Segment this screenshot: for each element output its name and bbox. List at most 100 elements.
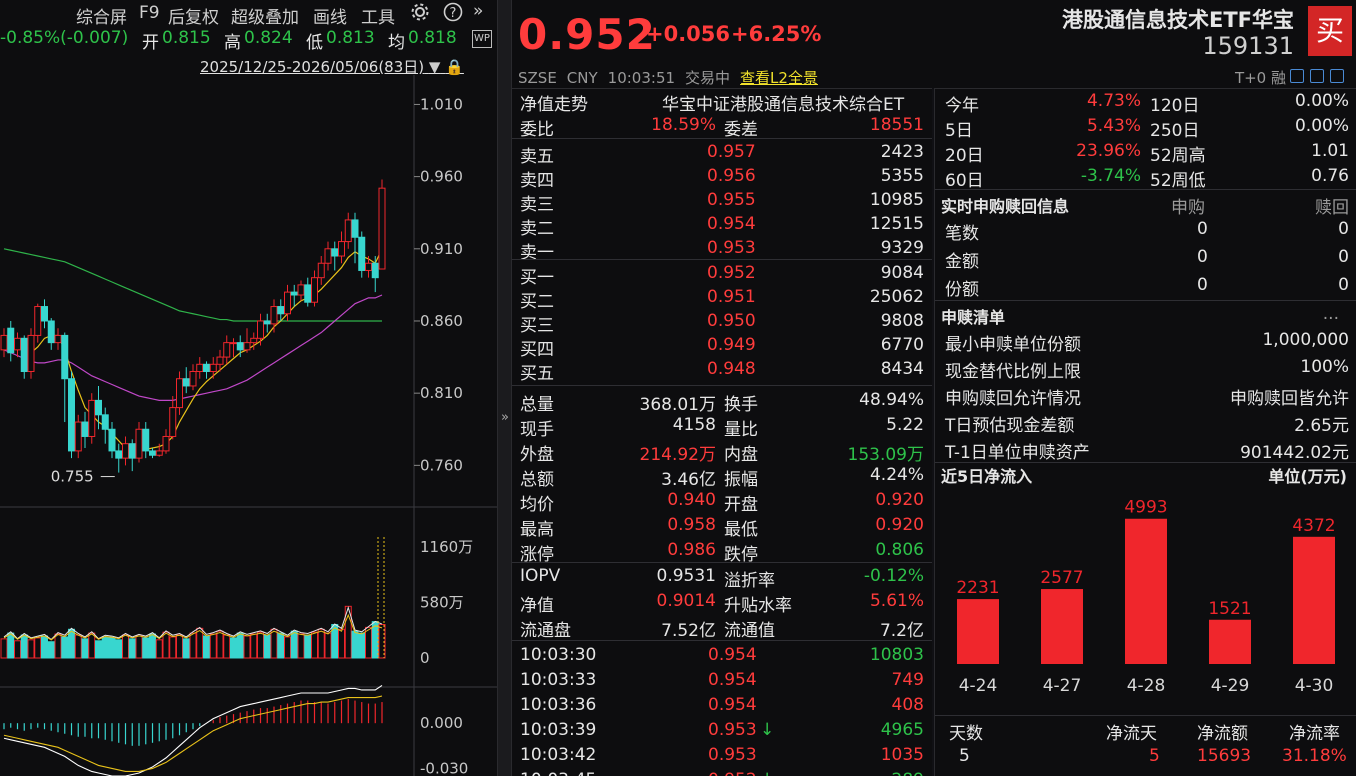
nav-trend-label[interactable]: 净值走势 — [520, 90, 588, 115]
toolbar-item-draw[interactable]: 画线 — [313, 3, 347, 28]
stat-label: 现手 — [520, 420, 554, 440]
help-icon[interactable]: ? — [443, 2, 463, 27]
price-change: +0.056 — [646, 22, 731, 46]
ma-short-line — [3, 248, 383, 452]
price-change-pct: +6.25% — [731, 22, 822, 46]
caret-down-icon[interactable]: ▼ — [429, 58, 441, 76]
tick-volume: 1035 — [880, 745, 924, 765]
stat-row: 均价 0.940 开盘 0.920 — [512, 489, 932, 515]
avg-value: 0.818 — [408, 28, 457, 48]
netflow-summary-header: 天数 — [949, 724, 983, 744]
volume-bar — [324, 632, 332, 659]
candle-body — [176, 378, 183, 409]
bid-row: 买四 0.949 6770 — [512, 334, 932, 360]
info-panel: 今年 4.73% 120日 0.00% 5日 5.43% 250日 0.00% 20日 23.96… — [934, 88, 1356, 776]
exchange: SZSE — [518, 69, 557, 87]
stat-value: 4158 — [672, 415, 716, 435]
redemption-value: 2.65元 — [1294, 416, 1349, 436]
wp-badge-icon[interactable]: WP — [472, 30, 492, 48]
nav-row[interactable]: 净值走势 华宝中证港股通信息技术综合ET — [512, 89, 932, 115]
macd-y-tick-label: 0.000 — [420, 714, 463, 732]
toolbar-item-overlay[interactable]: 超级叠加 — [231, 3, 299, 28]
tick-price: 0.954 — [708, 645, 757, 665]
candle-body — [209, 363, 217, 373]
subscription-col-redeem: 赎回 — [1315, 198, 1349, 218]
low-label: 低 — [306, 33, 323, 53]
y-tick-label: 0.810 — [420, 384, 463, 402]
stat-label: 最低 — [724, 520, 758, 540]
double-chevron-right-icon[interactable]: » — [473, 1, 483, 21]
open-label: 开 — [142, 33, 159, 53]
candle-body — [115, 450, 123, 459]
netflow-category-label: 4-27 — [1043, 676, 1082, 696]
edit-icon[interactable] — [1290, 69, 1304, 83]
perf-value: 1.01 — [1311, 141, 1349, 161]
volume-bar — [338, 628, 345, 659]
volume-bar — [0, 638, 8, 659]
subscription-redeem: 0 — [1338, 275, 1349, 295]
candle-body — [135, 428, 143, 459]
etf-stat-label: 流通值 — [724, 621, 775, 641]
quote-time: 10:03:51 — [607, 69, 676, 87]
redemption-label: 最小申赎单位份额 — [945, 335, 1081, 355]
perf-row: 今年 4.73% 120日 0.00% — [935, 90, 1356, 116]
share-icon[interactable] — [1330, 69, 1344, 83]
bid-level-label: 买五 — [520, 364, 554, 384]
candle-body — [284, 291, 291, 315]
weibi-value: 18.59% — [651, 115, 716, 135]
lock-icon[interactable]: 🔒 — [445, 58, 464, 76]
stat-label: 均价 — [520, 495, 554, 515]
gear-icon[interactable] — [410, 2, 430, 27]
down-arrow-icon: ↓ — [760, 770, 774, 776]
ask-volume: 5355 — [880, 166, 924, 186]
etf-stat-label: 净值 — [520, 596, 554, 616]
volume-y-tick-label: 1160万 — [420, 538, 473, 556]
more-icon[interactable]: ... — [1323, 304, 1339, 324]
macd-dif-line — [3, 684, 383, 776]
panel-divider[interactable]: » — [497, 0, 512, 776]
candle-body — [351, 219, 359, 238]
y-tick-label: 0.860 — [420, 312, 463, 330]
volume-bar — [20, 634, 28, 659]
redemption-label: 现金替代比例上限 — [945, 362, 1081, 382]
toolbar-item-adjust[interactable]: 后复权 — [168, 3, 219, 28]
stat-label: 外盘 — [520, 445, 554, 465]
volume-bar — [34, 637, 42, 659]
candle-body — [169, 407, 177, 437]
etf-stat-value: 7.52亿 — [661, 621, 716, 641]
volume-bar — [176, 634, 183, 659]
toolbar-item-f9[interactable]: F9 — [139, 3, 160, 23]
netflow-bar — [1125, 518, 1167, 664]
buy-button[interactable]: 买 — [1308, 6, 1352, 56]
date-range-text[interactable]: 2025/12/25-2026/05/06(83日) — [200, 58, 424, 76]
date-range[interactable]: 2025/12/25-2026/05/06(83日) ▼ 🔒 — [200, 56, 464, 77]
bid-level-label: 买二 — [520, 292, 554, 312]
collapse-arrow-icon[interactable]: » — [499, 410, 511, 436]
redemption-row: 申购赎回允许情况 申购赎回皆允许 — [935, 383, 1356, 409]
volume-bar — [54, 633, 62, 659]
toolbar-item-overview[interactable]: 综合屏 — [76, 3, 127, 28]
kline-panel[interactable]: 综合屏 F9 后复权 超级叠加 画线 工具 ? » -0.85%(-0.007)… — [0, 0, 497, 776]
toolbar-item-tools[interactable]: 工具 — [361, 3, 395, 28]
volume-bar — [182, 638, 190, 659]
volume-bar — [74, 634, 82, 659]
ask-volume: 2423 — [880, 142, 924, 162]
subscription-header: 实时申购赎回信息 申购 赎回 — [935, 192, 1356, 218]
redemption-row: T日预估现金差额 2.65元 — [935, 410, 1356, 436]
perf-label: 120日 — [1150, 96, 1200, 116]
volume-bar — [290, 630, 298, 659]
down-arrow-icon: ↓ — [760, 720, 775, 740]
chart-canvas[interactable]: 1.010 0.960 0.910 0.860 0.810 0.760 0.755 1160万… — [0, 75, 497, 776]
bid-volume: 9808 — [880, 311, 924, 331]
candle-body — [358, 236, 366, 271]
subscription-row: 份额 0 0 — [935, 274, 1356, 300]
l2-panorama-link[interactable]: 查看L2全景 — [740, 69, 818, 87]
alert-bell-icon[interactable] — [1310, 69, 1324, 83]
macd-y-tick-label: -0.030 — [420, 759, 468, 776]
candle-body — [216, 356, 224, 365]
volume-bar — [223, 634, 231, 659]
volume-bar — [351, 630, 359, 659]
low-annotation: 0.755 — [51, 468, 94, 486]
candle-body — [324, 248, 332, 264]
volume-bar — [230, 637, 237, 659]
